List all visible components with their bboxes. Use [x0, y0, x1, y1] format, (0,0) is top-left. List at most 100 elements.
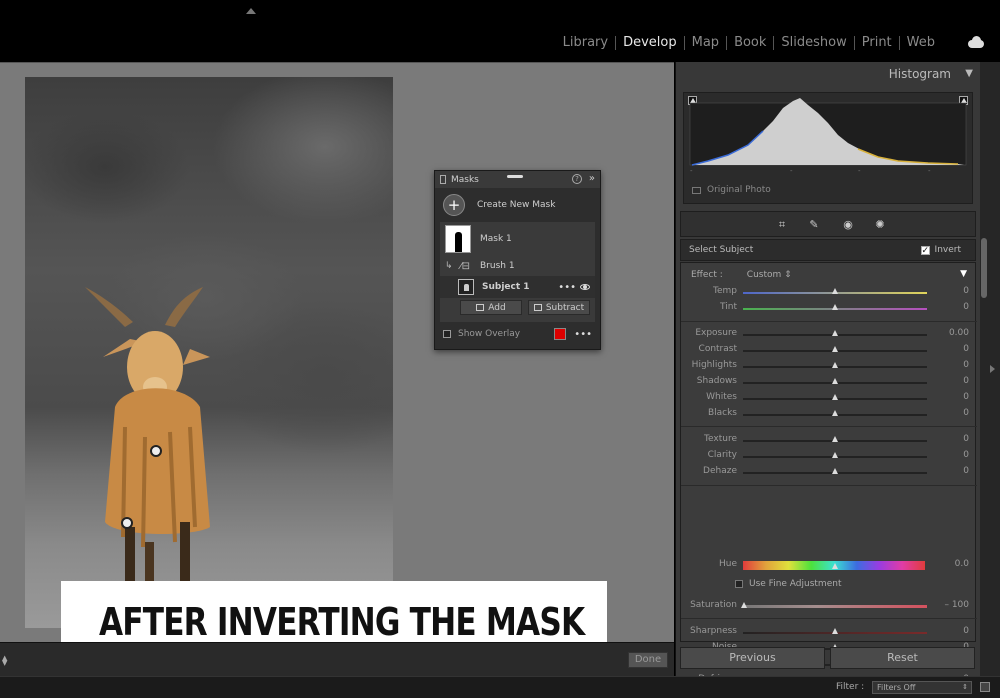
slider-thumb[interactable] — [832, 563, 838, 569]
slider-whites[interactable]: Whites 0 — [681, 392, 977, 406]
create-new-mask-button[interactable]: + Create New Mask — [435, 188, 600, 222]
subject-pin-icon[interactable] — [150, 445, 162, 457]
panel-scrollbar[interactable] — [981, 238, 987, 298]
slider-thumb[interactable] — [832, 628, 838, 634]
subject-icon — [458, 279, 474, 295]
module-map[interactable]: Map — [683, 36, 726, 50]
slider-highlights[interactable]: Highlights 0 — [681, 360, 977, 374]
slider-temp[interactable]: Temp 0 — [681, 286, 977, 300]
histogram-header[interactable]: Histogram ▼ — [676, 62, 981, 86]
crop-icon[interactable]: ⌗ — [775, 218, 789, 232]
help-icon[interactable]: ? — [572, 174, 582, 184]
slider-value[interactable]: 0 — [963, 434, 969, 444]
show-overlay-checkbox[interactable] — [443, 330, 451, 338]
module-develop[interactable]: Develop — [615, 36, 684, 50]
saturation-slider[interactable]: Saturation – 100 — [681, 600, 977, 614]
select-subject-label: Select Subject — [689, 245, 754, 255]
slider-value[interactable]: 0 — [963, 392, 969, 402]
slider-value[interactable]: 0 — [963, 344, 969, 354]
masks-panel-header[interactable]: Masks ? » — [435, 171, 600, 188]
plus-icon: + — [443, 194, 465, 216]
slider-value[interactable]: – 100 — [944, 600, 969, 610]
slider-value[interactable]: 0 — [963, 450, 969, 460]
slider-contrast[interactable]: Contrast 0 — [681, 344, 977, 358]
brush-pin-icon[interactable] — [121, 517, 133, 529]
slider-thumb[interactable] — [832, 362, 838, 368]
slider-thumb[interactable] — [832, 436, 838, 442]
subtract-button[interactable]: Subtract — [528, 300, 590, 315]
slider-thumb[interactable] — [832, 452, 838, 458]
mask-item[interactable]: Mask 1 — [440, 222, 595, 256]
masking-icon[interactable]: ✺ — [873, 218, 887, 232]
right-panel-toggle-icon[interactable] — [990, 365, 995, 373]
hue-slider[interactable]: Hue 0.0 — [681, 559, 977, 573]
slider-thumb[interactable] — [832, 468, 838, 474]
top-bar: Library Develop Map Book Slideshow Print… — [0, 0, 1000, 62]
slider-shadows[interactable]: Shadows 0 — [681, 376, 977, 390]
module-book[interactable]: Book — [726, 36, 773, 50]
module-library[interactable]: Library — [556, 36, 615, 50]
slider-value[interactable]: 0 — [963, 466, 969, 476]
done-button[interactable]: Done — [628, 652, 668, 668]
effect-preset-dropdown[interactable]: Custom ⇕ — [747, 270, 792, 280]
original-photo-checkbox[interactable] — [692, 186, 701, 194]
slider-thumb[interactable] — [832, 288, 838, 294]
photo-preview[interactable] — [25, 77, 393, 628]
slider-thumb[interactable] — [832, 304, 838, 310]
slider-value[interactable]: 0 — [963, 286, 969, 296]
module-print[interactable]: Print — [853, 36, 899, 50]
filter-dropdown[interactable]: Filters Off ⇕ — [872, 681, 972, 694]
module-web[interactable]: Web — [898, 36, 942, 50]
filter-lock-icon[interactable] — [980, 682, 990, 692]
slider-value[interactable]: 0 — [963, 360, 969, 370]
overlay-color-swatch[interactable] — [554, 328, 567, 340]
slider-value[interactable]: 0 — [963, 376, 969, 386]
slider-value[interactable]: 0 — [963, 302, 969, 312]
original-photo-row[interactable]: Original Photo — [692, 185, 771, 195]
slider-thumb[interactable] — [832, 346, 838, 352]
drag-handle-icon[interactable] — [507, 175, 523, 178]
panel-toggle-arrow-icon[interactable] — [246, 8, 256, 14]
slider-sharpness[interactable]: Sharpness 0 — [681, 626, 977, 640]
visibility-eye-icon[interactable] — [580, 284, 590, 290]
fine-adjustment-checkbox[interactable] — [735, 580, 743, 588]
overlay-options-icon[interactable]: ••• — [574, 329, 592, 340]
slider-thumb[interactable] — [741, 602, 747, 608]
section-divider — [681, 426, 977, 427]
slider-thumb[interactable] — [832, 410, 838, 416]
collapse-histogram-icon[interactable]: ▼ — [965, 62, 973, 86]
section-divider — [681, 485, 977, 486]
previous-button[interactable]: Previous — [680, 647, 825, 669]
reset-button[interactable]: Reset — [830, 647, 975, 669]
slider-value[interactable]: 0 — [963, 626, 969, 636]
add-button[interactable]: Add — [460, 300, 522, 315]
toolbar-toggle-icon[interactable]: ▲ ▼ — [2, 655, 7, 667]
invert-checkbox[interactable] — [920, 241, 930, 261]
cloud-sync-icon[interactable] — [966, 36, 986, 48]
slider-exposure[interactable]: Exposure 0.00 — [681, 328, 977, 342]
effect-collapse-icon[interactable]: ▼ — [960, 269, 967, 279]
module-slideshow[interactable]: Slideshow — [773, 36, 853, 50]
slider-thumb[interactable] — [832, 394, 838, 400]
slider-value[interactable]: 0.00 — [949, 328, 969, 338]
red-eye-icon[interactable]: ◉ — [841, 218, 855, 232]
tool-strip: ⌗ ✎ ◉ ✺ — [680, 211, 976, 237]
slider-label: Highlights — [691, 360, 737, 370]
more-options-icon[interactable]: ••• — [558, 282, 576, 293]
brush-component[interactable]: ↳ ⁄⊟ Brush 1 — [440, 256, 595, 276]
collapse-panel-icon[interactable]: » — [589, 173, 595, 184]
slider-texture[interactable]: Texture 0 — [681, 434, 977, 448]
slider-dehaze[interactable]: Dehaze 0 — [681, 466, 977, 480]
slider-thumb[interactable] — [832, 378, 838, 384]
slider-blacks[interactable]: Blacks 0 — [681, 408, 977, 422]
slider-clarity[interactable]: Clarity 0 — [681, 450, 977, 464]
invert-toggle[interactable]: Invert — [920, 240, 961, 261]
subject-component[interactable]: Subject 1 ••• — [440, 276, 595, 298]
slider-tint[interactable]: Tint 0 — [681, 302, 977, 316]
slider-thumb[interactable] — [832, 330, 838, 336]
slider-value[interactable]: 0.0 — [955, 559, 969, 569]
healing-icon[interactable]: ✎ — [807, 218, 821, 232]
fine-adjustment-row[interactable]: Use Fine Adjustment — [735, 579, 841, 589]
saturation-track[interactable] — [743, 605, 927, 608]
slider-value[interactable]: 0 — [963, 408, 969, 418]
